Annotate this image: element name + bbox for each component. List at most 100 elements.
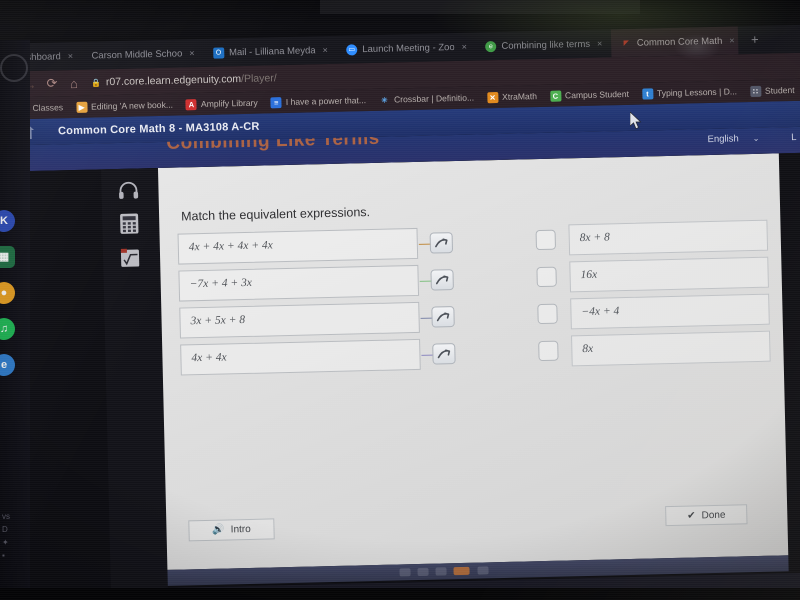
excel-icon[interactable]: ▦: [0, 246, 15, 268]
matching-grid: 4x + 4x + 4x + 4x 8x + 8 −7x + 4 + 3x 16…: [177, 219, 771, 382]
new-tab-button[interactable]: +: [743, 26, 767, 55]
amplify-icon: A: [185, 98, 198, 110]
close-icon[interactable]: ×: [189, 48, 194, 58]
tray-line: ✦: [2, 538, 9, 547]
os-dock: K ▦ ● ♫ e: [0, 210, 26, 390]
tab-label: Mail - Lilliana Meyda: [228, 44, 316, 58]
close-icon[interactable]: ×: [729, 35, 734, 45]
language-selector[interactable]: English ⌄: [707, 133, 759, 145]
bookmark-label: Editing 'A new book...: [90, 99, 174, 112]
tool-rail: [100, 168, 168, 590]
bookmark-label: Crossbar | Definitio...: [393, 92, 475, 105]
spotify-icon[interactable]: ♫: [0, 318, 15, 340]
khan-academy-icon[interactable]: K: [0, 210, 15, 232]
left-expression-box[interactable]: 4x + 4x: [180, 338, 421, 376]
tab-label: Common Core Math: [636, 35, 723, 49]
language-right-label: L: [791, 131, 797, 144]
intro-button-label: Intro: [230, 523, 251, 536]
left-expression-box[interactable]: 4x + 4x + 4x + 4x: [177, 227, 419, 265]
player-control[interactable]: [477, 566, 489, 575]
bookmark-label: XtraMath: [501, 91, 538, 102]
left-expression-box[interactable]: −7x + 4 + 3x: [178, 264, 420, 302]
unchecked-checkbox[interactable]: [535, 229, 557, 251]
language-label: English: [707, 133, 739, 146]
bookmark-label: Student: [764, 85, 795, 96]
browser-tab[interactable]: e Combining like terms ×: [475, 29, 607, 60]
tray-line: ▪: [2, 551, 5, 560]
home-button[interactable]: ⌂: [63, 75, 85, 91]
bookmark-label: I have a power that...: [285, 95, 367, 107]
headphones-icon[interactable]: [115, 176, 142, 203]
reload-button[interactable]: ⟳: [41, 75, 63, 92]
question-prompt: Match the equivalent expressions.: [180, 205, 371, 224]
right-expression: −4x + 4: [581, 305, 620, 319]
bookmark-item[interactable]: t Typing Lessons | D...: [641, 86, 738, 100]
calculator-icon[interactable]: [116, 210, 143, 237]
arrow-right-icon[interactable]: [432, 343, 456, 365]
slides-icon: ▶: [75, 101, 88, 113]
laptop-webcam-notch: [320, 0, 640, 14]
right-expression-box[interactable]: −4x + 4: [570, 293, 770, 330]
browser-tab[interactable]: Carson Middle Schoo ×: [81, 39, 199, 70]
tray-line: D: [2, 525, 8, 534]
bookmark-item[interactable]: ✕ XtraMath: [486, 91, 538, 103]
arrow-right-icon[interactable]: [430, 269, 454, 291]
typing-icon: t: [641, 87, 654, 100]
chevron-down-icon: ⌄: [752, 133, 760, 144]
docs-icon: ≡: [270, 96, 282, 108]
unchecked-checkbox[interactable]: [537, 303, 558, 325]
flame-icon: ◤: [623, 39, 630, 47]
bookmark-label: Amplify Library: [200, 97, 258, 109]
browser-tab[interactable]: ▭ Launch Meeting - Zoo ×: [336, 33, 471, 64]
bookmark-item[interactable]: ∷ Student: [749, 85, 795, 97]
tab-label: Carson Middle Schoo: [91, 47, 183, 62]
unchecked-checkbox[interactable]: [536, 266, 557, 288]
edge-icon[interactable]: e: [0, 354, 15, 376]
bookmark-item[interactable]: ▶ Editing 'A new book...: [75, 99, 174, 113]
arrow-right-icon[interactable]: [429, 232, 454, 254]
done-button[interactable]: ✔ Done: [665, 504, 748, 527]
intro-button[interactable]: 🔊 Intro: [188, 518, 275, 542]
browser-window: ▤ Dashboard × Carson Middle Schoo × O Ma…: [0, 24, 800, 600]
student-icon: ∷: [749, 85, 762, 97]
left-expression: 4x + 4x: [191, 351, 227, 365]
chrome-icon[interactable]: ●: [0, 282, 15, 304]
bookmark-item[interactable]: ✳ Crossbar | Definitio...: [379, 92, 474, 105]
bookmark-item[interactable]: A Amplify Library: [185, 97, 258, 110]
crossbar-icon: ✳: [381, 95, 388, 105]
bookmark-label: Typing Lessons | D...: [656, 86, 738, 99]
close-icon[interactable]: ×: [68, 51, 73, 61]
player-control[interactable]: [399, 568, 411, 577]
player-control[interactable]: [435, 567, 447, 576]
address-host: r07.core.learn.edgenuity.com: [105, 73, 242, 89]
campus-icon: C: [549, 90, 562, 102]
right-expression: 16x: [580, 268, 598, 282]
check-icon: ✔: [687, 509, 696, 522]
right-expression-box[interactable]: 8x: [571, 330, 771, 367]
player-control[interactable]: [417, 567, 429, 577]
close-icon[interactable]: ×: [597, 39, 602, 49]
left-expression: 4x + 4x + 4x + 4x: [188, 239, 273, 254]
close-icon[interactable]: ×: [322, 45, 327, 55]
formula-sqrt-icon[interactable]: [117, 244, 144, 271]
browser-tab[interactable]: O Mail - Lilliana Meyda ×: [203, 36, 332, 67]
tray-line: vs: [2, 512, 10, 521]
edgenuity-icon: e: [485, 40, 497, 52]
left-expression: 3x + 5x + 8: [190, 314, 246, 328]
unchecked-checkbox[interactable]: [538, 340, 559, 362]
bookmark-label: Campus Student: [564, 88, 630, 101]
bookmark-item[interactable]: ≡ I have a power that...: [270, 95, 367, 108]
left-expression-box[interactable]: 3x + 5x + 8: [179, 301, 420, 339]
player-progress[interactable]: [453, 566, 470, 576]
activity-card: Match the equivalent expressions. 4x + 4…: [157, 153, 789, 570]
bookmark-item[interactable]: C Campus Student: [549, 88, 630, 102]
right-expression: 8x: [582, 342, 594, 356]
right-expression-box[interactable]: 8x + 8: [568, 219, 769, 256]
arrow-right-icon[interactable]: [431, 306, 455, 328]
right-expression-box[interactable]: 16x: [569, 256, 769, 293]
photo-scene: ▤ Dashboard × Carson Middle Schoo × O Ma…: [0, 0, 800, 600]
bookmark-label: Classes: [32, 102, 64, 113]
browser-tab-active[interactable]: ◤ Common Core Math ×: [610, 26, 739, 58]
close-icon[interactable]: ×: [462, 42, 467, 52]
address-bar[interactable]: 🔒 r07.core.learn.edgenuity.com /Player/: [91, 72, 277, 88]
